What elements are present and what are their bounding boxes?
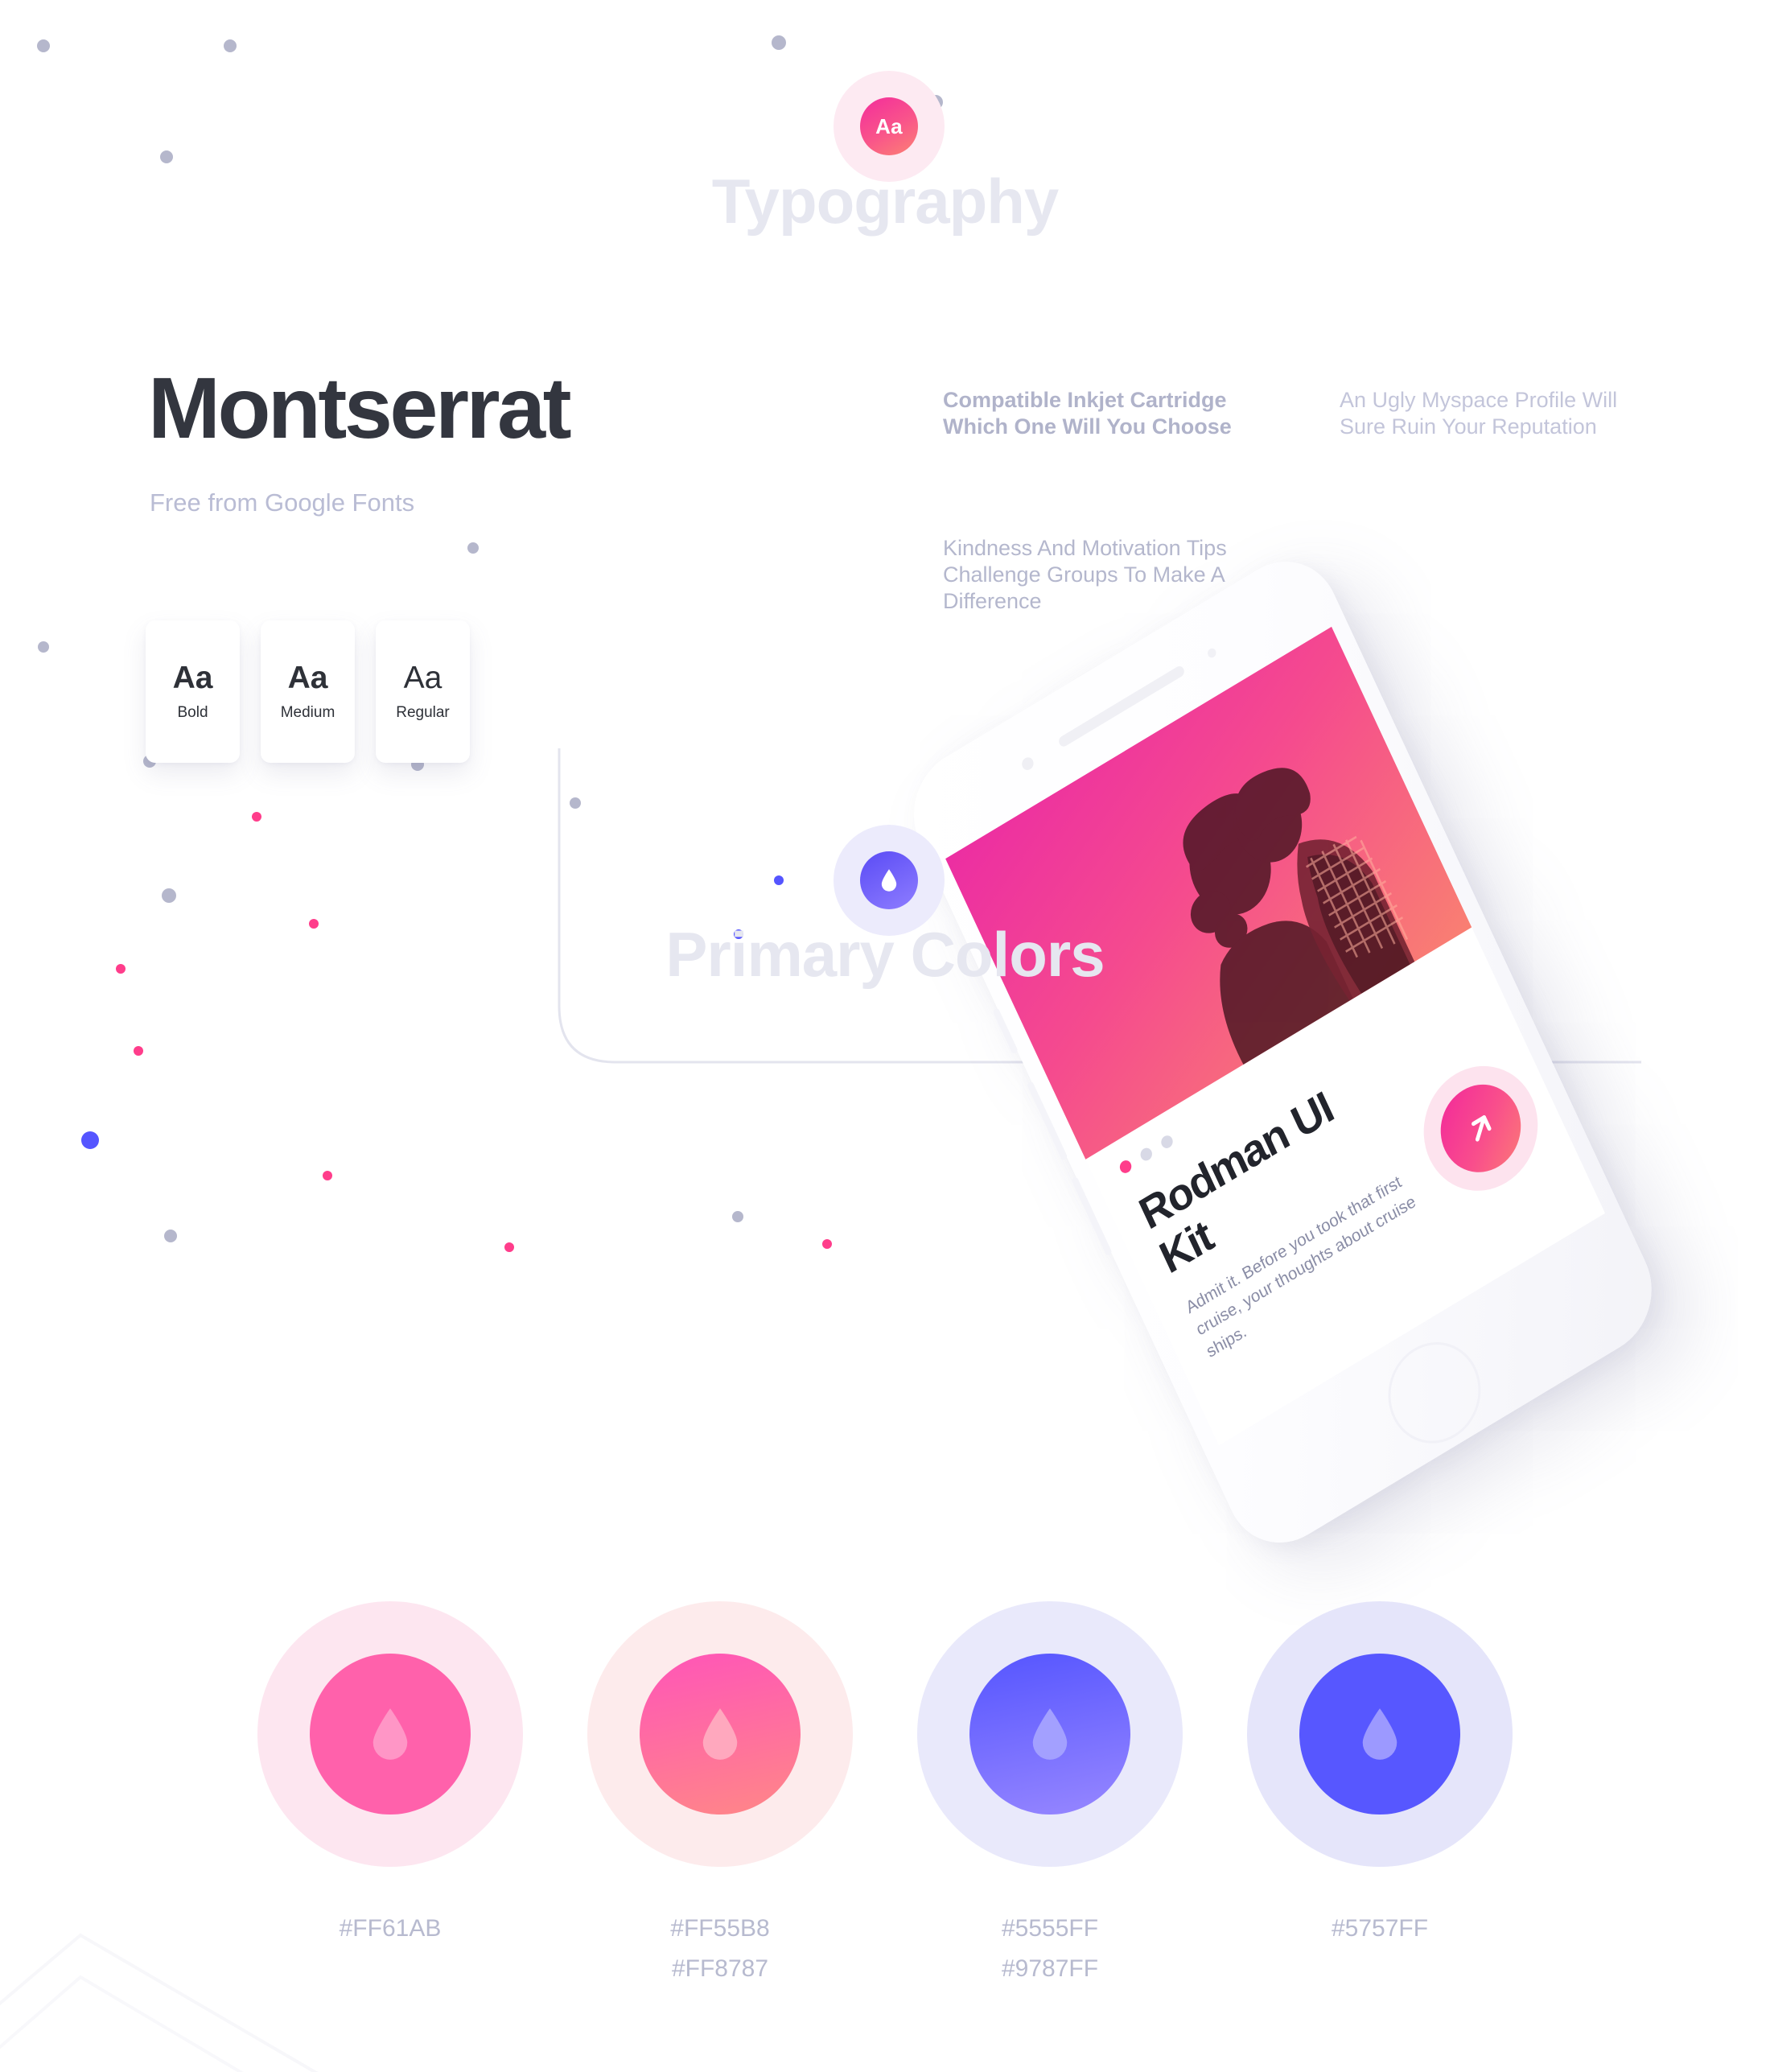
font-weight-label: Regular — [396, 703, 450, 721]
phone-camera-icon — [1019, 755, 1036, 772]
phone-home-button[interactable] — [1373, 1324, 1496, 1462]
phone-action-button[interactable] — [1404, 1043, 1558, 1213]
font-family-subtitle: Free from Google Fonts — [150, 488, 415, 517]
design-system-page: Aa Typography Montserrat Free from Googl… — [0, 0, 1770, 2072]
swatch-hex-label: #5757FF — [1331, 1915, 1429, 1942]
corner-chevron-decoration — [0, 1933, 319, 2072]
aa-text-icon: Aa — [860, 97, 918, 155]
carousel-dot[interactable] — [1138, 1145, 1155, 1164]
water-drop-icon — [373, 1708, 408, 1760]
specimen-medium: Kindness And Motivation Tips Challenge G… — [943, 536, 1227, 613]
font-weight-card-regular[interactable]: Aa Regular — [376, 620, 470, 763]
decorative-dot — [38, 641, 49, 653]
swatch-hex-labels: #5555FF #9787FF — [1002, 1909, 1098, 1989]
swatch-hex-labels: #5757FF — [1332, 1909, 1428, 1949]
swatch-hex-label: #FF61AB — [339, 1915, 442, 1942]
decorative-dot — [160, 150, 173, 163]
swatch-core — [640, 1654, 801, 1815]
swatch-hex-label: #FF55B8 — [670, 1915, 770, 1942]
swatch-core — [1299, 1654, 1460, 1815]
color-swatch[interactable]: #FF55B8 #FF8787 — [587, 1601, 853, 1989]
font-weight-card-bold[interactable]: Aa Bold — [146, 620, 240, 763]
decorative-dot — [323, 1171, 332, 1180]
swatch-halo — [917, 1601, 1183, 1867]
carousel-dot-active[interactable] — [1118, 1158, 1134, 1176]
decorative-dot — [732, 1211, 743, 1222]
decorative-dot — [81, 1131, 99, 1149]
water-drop-icon — [1032, 1708, 1068, 1760]
decorative-dot — [822, 1239, 832, 1249]
specimen-bold: Compatible Inkjet Cartridge Which One Wi… — [943, 388, 1232, 439]
swatch-core — [310, 1654, 471, 1815]
decorative-dot — [37, 39, 50, 52]
decorative-dot — [467, 542, 479, 554]
water-drop-glyph — [881, 869, 897, 892]
font-weight-glyph: Aa — [287, 660, 328, 695]
font-weight-label: Bold — [177, 703, 208, 721]
swatch-halo — [1247, 1601, 1513, 1867]
decorative-dot — [134, 1046, 143, 1056]
swatch-hex-labels: #FF61AB — [340, 1909, 442, 1949]
water-drop-icon — [860, 851, 918, 909]
carousel-dots[interactable] — [1118, 1133, 1175, 1176]
font-weight-card-medium[interactable]: Aa Medium — [261, 620, 355, 763]
font-weight-glyph: Aa — [403, 660, 442, 695]
font-family-name: Montserrat — [148, 359, 572, 456]
color-swatch[interactable]: #5555FF #9787FF — [917, 1601, 1183, 1989]
font-weight-glyph: Aa — [172, 660, 213, 695]
phone-screen: Rodman UI Kit Admit it. Before you took … — [945, 626, 1605, 1446]
phone-sensor-icon — [1206, 646, 1218, 660]
decorative-dot — [772, 35, 786, 50]
phone-body: Rodman UI Kit Admit it. Before you took … — [894, 539, 1671, 1566]
colors-section-title: Primary Colors — [665, 919, 1105, 990]
swatch-halo — [587, 1601, 853, 1867]
swatch-hex-labels: #FF55B8 #FF8787 — [670, 1909, 769, 1989]
swatch-hex-label: #5555FF — [1001, 1915, 1099, 1942]
water-drop-icon — [1362, 1708, 1397, 1760]
badge-label: Aa — [875, 113, 903, 138]
font-weight-card-list: Aa Bold Aa Medium Aa Regular — [146, 620, 470, 763]
decorative-dot — [224, 39, 237, 52]
swatch-halo — [257, 1601, 523, 1867]
swatch-core — [969, 1654, 1130, 1815]
water-drop-icon — [702, 1708, 738, 1760]
carousel-dot[interactable] — [1159, 1133, 1175, 1151]
decorative-dot — [162, 888, 176, 903]
decorative-dot — [252, 812, 261, 822]
swatch-hex-label: #FF8787 — [671, 1955, 769, 1982]
phone-mockup: Rodman UI Kit Admit it. Before you took … — [894, 332, 1770, 1566]
font-weight-label: Medium — [280, 703, 335, 721]
duotone-couple-photo — [1183, 768, 1419, 1073]
decorative-dot — [504, 1242, 514, 1252]
color-swatch[interactable]: #5757FF — [1247, 1601, 1513, 1989]
swatch-hex-label: #9787FF — [1001, 1955, 1099, 1982]
decorative-dot — [164, 1230, 177, 1242]
typography-section-title: Typography — [711, 166, 1060, 237]
